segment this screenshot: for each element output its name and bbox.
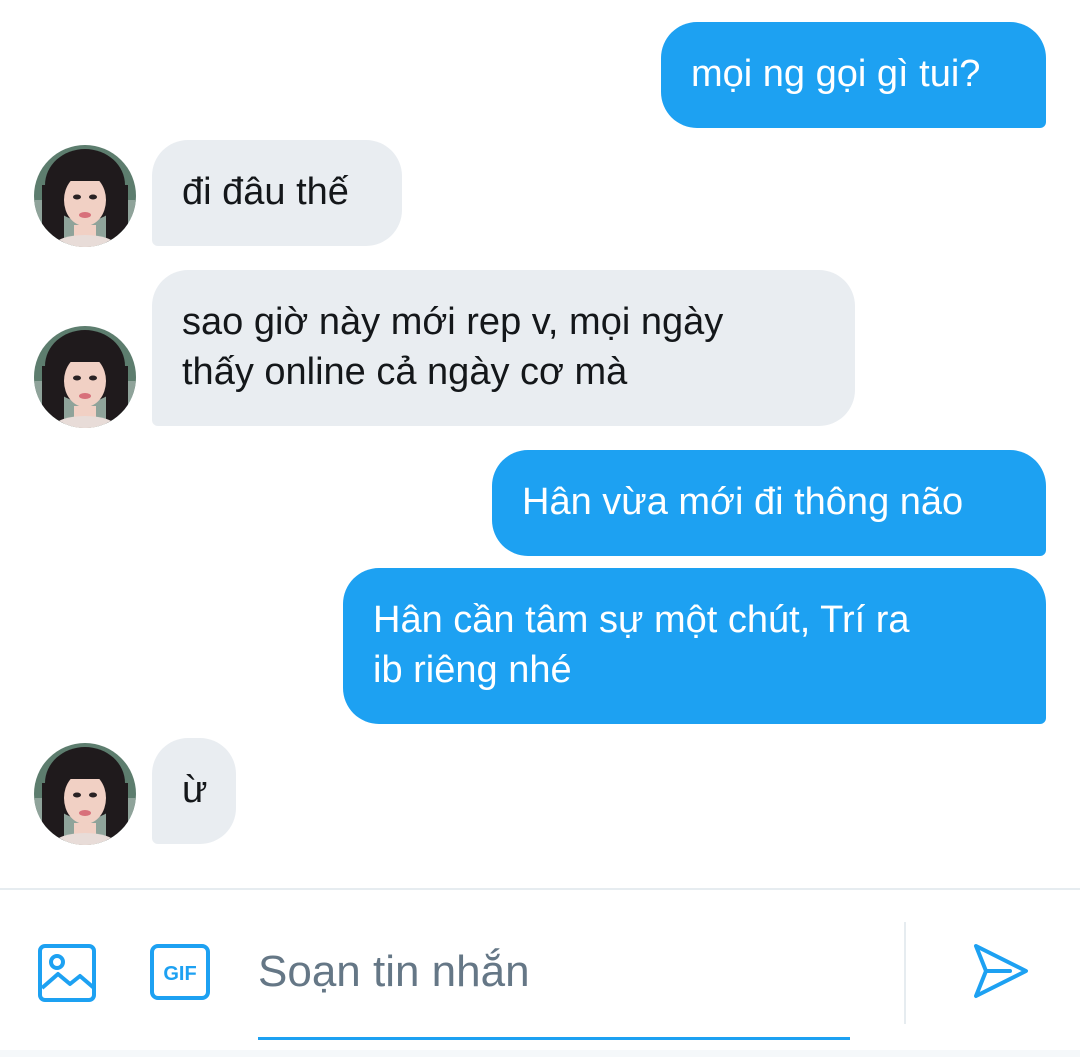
message-bubble-incoming: sao giờ này mới rep v, mọi ngày thấy onl… <box>152 270 855 426</box>
image-icon <box>38 944 96 1002</box>
message-bubble-incoming: đi đâu thế <box>152 140 402 246</box>
message-composer: GIF <box>0 888 1080 1057</box>
add-photo-button[interactable] <box>38 944 96 1002</box>
message-input[interactable] <box>258 940 850 1004</box>
message-bubble-outgoing: Hân cần tâm sự một chút, Trí ra ib riêng… <box>343 568 1046 724</box>
send-icon <box>974 944 1028 998</box>
chat-screen: mọi ng gọi gì tui? đi đâu thế sao giờ nà… <box>0 0 1080 1057</box>
send-button[interactable] <box>970 942 1030 1000</box>
message-bubble-incoming: ừ <box>152 738 236 844</box>
avatar[interactable] <box>34 743 136 845</box>
composer-divider <box>904 922 906 1024</box>
gif-label: GIF <box>163 963 196 985</box>
avatar[interactable] <box>34 326 136 428</box>
avatar[interactable] <box>34 145 136 247</box>
message-bubble-outgoing: Hân vừa mới đi thông não <box>492 450 1046 556</box>
message-input-wrapper <box>258 930 850 1040</box>
gif-icon: GIF <box>150 944 210 1000</box>
message-bubble-outgoing: mọi ng gọi gì tui? <box>661 22 1046 128</box>
bottom-strip <box>0 1050 1080 1057</box>
gif-button[interactable]: GIF <box>150 944 210 1000</box>
